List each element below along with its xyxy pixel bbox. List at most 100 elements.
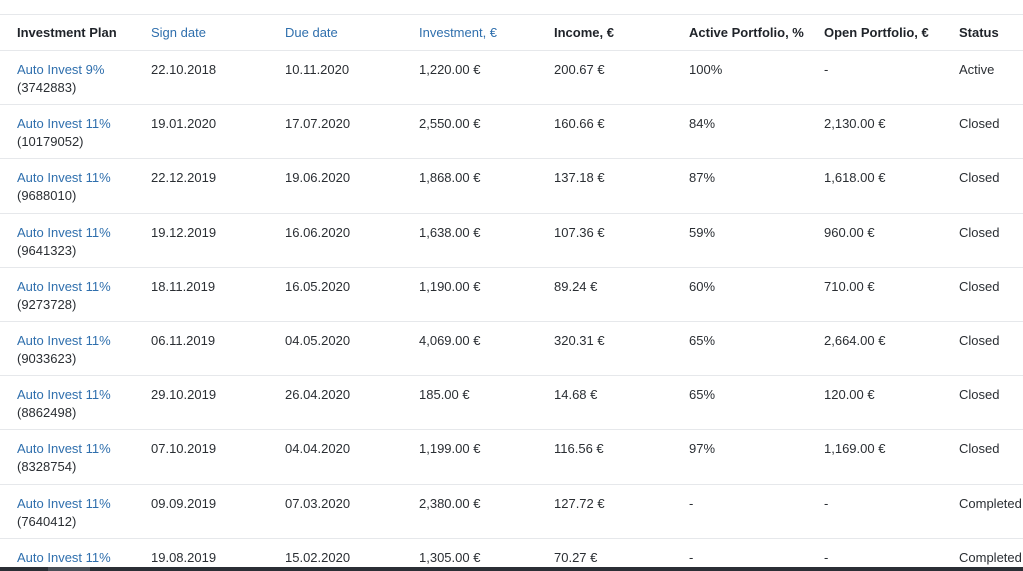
plan-cell: Auto Invest 9% (3742883) (0, 51, 134, 105)
status-cell: Closed (959, 441, 1000, 457)
investments-table: Investment Plan Sign date Due date Inves… (0, 14, 1023, 571)
plan-id: (8862498) (17, 405, 77, 421)
plan-id: (8328754) (17, 459, 77, 475)
table-row: Auto Invest 11% (8862498) 29.10.2019 26.04.… (0, 376, 1023, 430)
sign-date-cell: 18.11.2019 (151, 278, 216, 294)
status-cell: Closed (959, 387, 1000, 403)
table-body: Auto Invest 9% (3742883) 22.10.2018 10.11.2… (0, 51, 1023, 571)
plan-id: (3742883) (17, 80, 77, 95)
open-portfolio-cell: - (824, 495, 829, 511)
plan-cell: Auto Invest 11% (9033623) (0, 321, 134, 375)
income-cell: 127.72 € (554, 495, 605, 511)
income-cell: 89.24 € (554, 278, 598, 294)
plan-link[interactable]: Auto Invest 11% (17, 224, 134, 242)
table-row: Auto Invest 11% (10179052) 19.01.2020 17.07… (0, 105, 1023, 159)
plan-id: (9033623) (17, 350, 77, 366)
plan-cell: Auto Invest 11% (8328754) (0, 430, 134, 484)
column-header-investment-plan: Investment Plan (17, 25, 117, 40)
investment-cell: 185.00 € (419, 387, 470, 403)
active-portfolio-cell: 87% (689, 170, 716, 186)
column-header-active-portfolio: Active Portfolio, % (689, 25, 804, 40)
sign-date-cell: 22.12.2019 (151, 170, 217, 186)
plan-link[interactable]: Auto Invest 11% (17, 278, 134, 296)
active-portfolio-cell: - (689, 495, 694, 511)
table-header-row: Investment Plan Sign date Due date Inves… (0, 14, 1023, 51)
investment-cell: 2,380.00 € (419, 495, 481, 511)
plan-link[interactable]: Auto Invest 11% (17, 386, 134, 404)
plan-cell: Auto Invest 11% (9641323) (0, 213, 134, 267)
income-cell: 137.18 € (554, 170, 605, 186)
column-header-open-portfolio: Open Portfolio, € (824, 25, 929, 40)
plan-id: (9688010) (17, 188, 77, 204)
income-cell: 200.67 € (554, 62, 605, 77)
sign-date-cell: 22.10.2018 (151, 62, 217, 77)
open-portfolio-cell: - (824, 62, 829, 77)
active-portfolio-cell: 60% (689, 278, 716, 294)
plan-link[interactable]: Auto Invest 11% (17, 549, 134, 567)
plan-link[interactable]: Auto Invest 11% (17, 169, 134, 187)
open-portfolio-cell: 120.00 € (824, 387, 875, 403)
open-portfolio-cell: 710.00 € (824, 278, 875, 294)
plan-link[interactable]: Auto Invest 11% (17, 332, 134, 350)
plan-link[interactable]: Auto Invest 11% (17, 115, 134, 133)
investments-page: Investment Plan Sign date Due date Inves… (0, 0, 1023, 571)
due-date-cell: 07.03.2020 (285, 495, 351, 511)
sign-date-cell: 07.10.2019 (151, 441, 217, 457)
investment-cell: 1,220.00 € (419, 62, 481, 77)
investment-cell: 1,199.00 € (419, 441, 481, 457)
investment-cell: 1,190.00 € (419, 278, 481, 294)
open-portfolio-cell: 960.00 € (824, 224, 875, 240)
income-cell: 320.31 € (554, 332, 605, 348)
plan-cell: Auto Invest 11% (9273728) (0, 267, 134, 321)
status-cell: Completed (959, 495, 1022, 511)
column-header-investment[interactable]: Investment, € (402, 15, 537, 51)
investment-cell: 1,638.00 € (419, 224, 481, 240)
income-cell: 107.36 € (554, 224, 605, 240)
active-portfolio-cell: 65% (689, 387, 716, 403)
column-header-income: Income, € (554, 25, 614, 40)
income-cell: 160.66 € (554, 116, 605, 132)
status-cell: Closed (959, 170, 1000, 186)
open-portfolio-cell: 2,130.00 € (824, 116, 886, 132)
open-portfolio-cell: 1,618.00 € (824, 170, 886, 186)
due-date-cell: 17.07.2020 (285, 116, 351, 132)
plan-cell: Auto Invest 11% (8862498) (0, 376, 134, 430)
table-row: Auto Invest 11% (7640412) 09.09.2019 07.03.… (0, 484, 1023, 539)
due-date-cell: 19.06.2020 (285, 170, 351, 186)
active-portfolio-cell: 97% (689, 441, 716, 457)
table-row: Auto Invest 11% (8328754) 07.10.2019 04.04.… (0, 430, 1023, 484)
due-date-cell: 16.05.2020 (285, 278, 351, 294)
open-portfolio-cell: 1,169.00 € (824, 441, 886, 457)
plan-id: (10179052) (17, 134, 84, 150)
horizontal-scrollbar[interactable] (0, 567, 1023, 571)
column-header-due-date[interactable]: Due date (268, 15, 402, 51)
due-date-cell: 16.06.2020 (285, 224, 351, 240)
plan-link[interactable]: Auto Invest 11% (17, 440, 134, 458)
column-header-sign-date[interactable]: Sign date (134, 15, 268, 51)
sign-date-cell: 19.12.2019 (151, 224, 217, 240)
table-row: Auto Invest 11% (9033623) 06.11.2019 04.05.… (0, 321, 1023, 376)
table-row: Auto Invest 9% (3742883) 22.10.2018 10.11.2… (0, 51, 1023, 105)
plan-link[interactable]: Auto Invest 9% (17, 61, 134, 79)
plan-id: (9273728) (17, 296, 77, 312)
investment-cell: 1,868.00 € (419, 170, 481, 186)
sign-date-cell: 06.11.2019 (151, 332, 216, 348)
status-cell: Closed (959, 278, 1000, 294)
table-row: Auto Invest 11% (9273728) 18.11.2019 16.05.… (0, 267, 1023, 322)
status-cell: Closed (959, 332, 1000, 348)
plan-id: (7640412) (17, 513, 77, 529)
active-portfolio-cell: 65% (689, 332, 716, 348)
investment-cell: 4,069.00 € (419, 332, 481, 348)
open-portfolio-cell: 2,664.00 € (824, 332, 886, 348)
investment-cell: 2,550.00 € (419, 116, 481, 132)
sign-date-cell: 29.10.2019 (151, 387, 217, 403)
plan-link[interactable]: Auto Invest 11% (17, 495, 134, 513)
active-portfolio-cell: 59% (689, 224, 716, 240)
due-date-cell: 26.04.2020 (285, 387, 351, 403)
status-cell: Closed (959, 116, 1000, 132)
status-cell: Active (959, 62, 995, 77)
scrollbar-thumb[interactable] (48, 567, 90, 571)
active-portfolio-cell: 100% (689, 62, 723, 77)
plan-cell: Auto Invest 11% (7640412) (0, 484, 134, 538)
table-row: Auto Invest 11% (9688010) 22.12.2019 19.06.… (0, 159, 1023, 214)
